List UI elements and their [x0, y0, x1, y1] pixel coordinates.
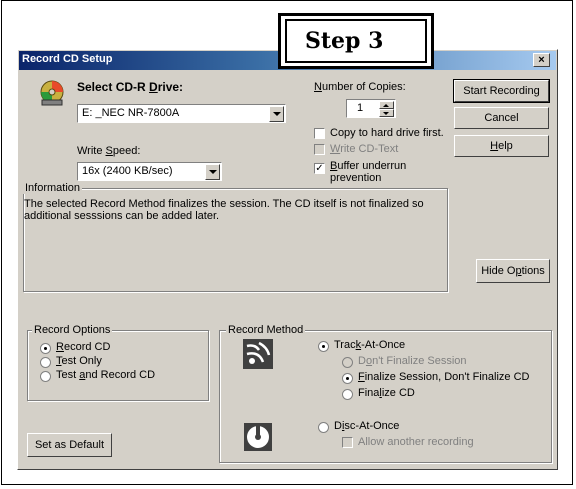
speed-dropdown-button[interactable] — [205, 164, 220, 180]
allow-another-recording-checkbox[interactable] — [342, 437, 353, 448]
cancel-button[interactable]: Cancel — [454, 107, 549, 129]
finalize-session-radio[interactable] — [342, 373, 353, 384]
write-cd-text-label: Write CD-Text — [330, 143, 399, 155]
record-cd-label: Record CD — [56, 341, 111, 353]
checkmark-icon: ✓ — [315, 163, 324, 174]
speed-label: Write Speed: — [77, 145, 141, 157]
test-only-radio[interactable] — [40, 357, 51, 368]
dont-finalize-session-radio[interactable] — [342, 357, 353, 368]
step-label: Step 3 — [285, 19, 427, 63]
copies-spinner[interactable]: 1 — [346, 99, 396, 118]
buffer-underrun-label-line2: prevention — [330, 172, 382, 184]
finalize-session-label: Finalize Session, Don't Finalize CD — [358, 371, 530, 383]
allow-another-recording-label: Allow another recording — [358, 436, 474, 448]
cd-drive-icon — [40, 80, 64, 106]
window-title: Record CD Setup — [22, 53, 113, 65]
drive-dropdown-button[interactable] — [269, 106, 284, 122]
drive-select[interactable]: E: _NEC NR-7800A — [77, 104, 286, 123]
copy-to-hd-checkbox[interactable] — [314, 128, 325, 139]
record-cd-radio[interactable] — [40, 343, 51, 354]
copy-to-hd-label: Copy to hard drive first. — [330, 127, 444, 139]
test-and-record-label: Test and Record CD — [56, 369, 156, 381]
track-at-once-icon — [243, 339, 273, 369]
test-and-record-radio[interactable] — [40, 371, 51, 382]
hide-options-button[interactable]: Hide Options — [476, 259, 550, 283]
close-button[interactable]: × — [533, 53, 550, 67]
track-at-once-label: Track-At-Once — [334, 339, 406, 351]
buffer-underrun-checkbox[interactable]: ✓ — [314, 163, 325, 174]
copies-down-button[interactable] — [379, 109, 394, 117]
buffer-underrun-label: Buffer underrun — [330, 160, 407, 172]
speed-select[interactable]: 16x (2400 KB/sec) — [77, 162, 222, 181]
chevron-up-icon — [383, 104, 389, 107]
chevron-down-icon — [383, 112, 389, 115]
speed-select-value: 16x (2400 KB/sec) — [82, 165, 173, 177]
information-text-line2: additional sesssions can be added later. — [24, 210, 220, 222]
close-icon: × — [538, 54, 545, 66]
set-as-default-button[interactable]: Set as Default — [27, 433, 112, 457]
drive-label: Select CD-R Drive: — [77, 80, 184, 94]
finalize-cd-radio[interactable] — [342, 389, 353, 400]
information-text-line1: The selected Record Method finalizes the… — [24, 198, 424, 210]
disc-at-once-icon — [244, 423, 272, 451]
track-at-once-radio[interactable] — [318, 341, 329, 352]
drive-select-value: E: _NEC NR-7800A — [82, 107, 180, 119]
record-options-group — [27, 330, 209, 401]
record-options-legend: Record Options — [32, 324, 113, 336]
information-legend: Information — [23, 182, 83, 194]
copies-up-button[interactable] — [379, 101, 394, 109]
record-method-legend: Record Method — [226, 324, 306, 336]
start-recording-button[interactable]: Start Recording — [453, 79, 550, 103]
copies-label: Number of Copies: — [314, 81, 406, 93]
write-cd-text-checkbox[interactable] — [314, 144, 325, 155]
disc-at-once-radio[interactable] — [318, 422, 329, 433]
copies-value: 1 — [357, 102, 364, 114]
chevron-down-icon — [209, 170, 217, 174]
finalize-cd-label: Finalize CD — [358, 387, 415, 399]
chevron-down-icon — [273, 112, 281, 116]
disc-at-once-label: Disc-At-Once — [334, 420, 400, 432]
dont-finalize-session-label: Don't Finalize Session — [358, 355, 467, 367]
test-only-label: Test Only — [56, 355, 102, 367]
help-button[interactable]: Help — [454, 135, 549, 157]
